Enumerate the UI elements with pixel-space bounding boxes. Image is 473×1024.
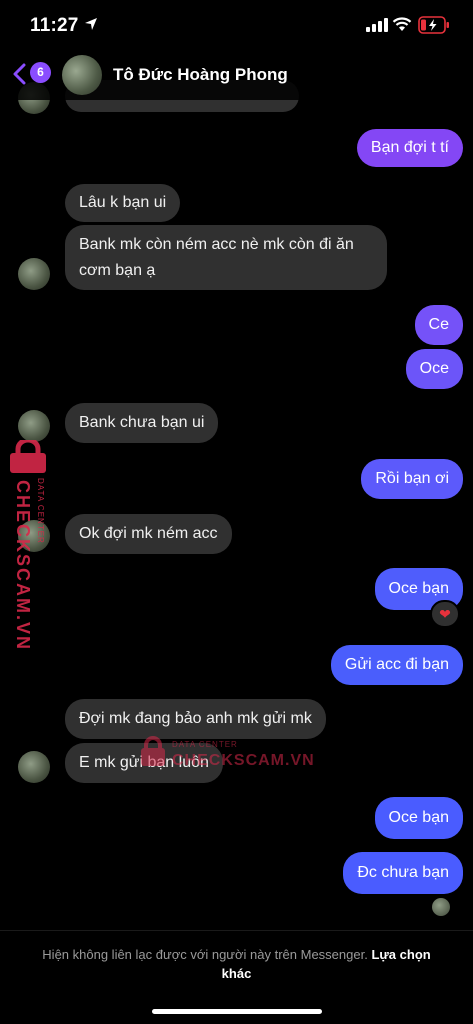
seen-receipt-avatar: [432, 898, 450, 916]
contact-name[interactable]: Tô Đức Hoàng Phong: [113, 65, 288, 85]
watermark-brand: CHECKSCAM.VN: [13, 480, 33, 652]
lock-icon: [10, 440, 46, 473]
message-bubble-outgoing[interactable]: Bạn đợi t tí: [356, 129, 463, 167]
watermark-side: CHECKSCAM.VN DATA CENTER: [4, 440, 52, 651]
lock-icon: [141, 736, 165, 766]
watermark-sub: DATA CENTER: [36, 478, 45, 544]
back-button[interactable]: 6: [12, 60, 54, 90]
composer-unavailable-bar: Hiện không liên lạc được với người này t…: [0, 930, 473, 1024]
watermark-center: DATA CENTER CHECKSCAM.VN: [140, 734, 314, 774]
unavailable-notice-text: Hiện không liên lạc được với người này t…: [42, 947, 368, 962]
message-bubble-outgoing[interactable]: Đc chưa bạn: [343, 852, 463, 894]
message-bubble-incoming[interactable]: Đợi mk đang bảo anh mk gửi mk: [65, 699, 326, 739]
message-bubble-outgoing[interactable]: Oce bạn: [374, 797, 463, 839]
message-bubble-incoming[interactable]: Bank chưa bạn ui: [65, 403, 219, 443]
unread-count-badge: 6: [30, 62, 51, 83]
watermark-sub: DATA CENTER: [172, 740, 238, 749]
message-bubble-incoming[interactable]: Lâu k bạn ui: [65, 184, 181, 222]
contact-avatar[interactable]: [18, 258, 50, 290]
message-bubble-outgoing[interactable]: Rồi bạn ơi: [361, 459, 463, 499]
message-bubble-incoming[interactable]: Ok đợi mk ném acc: [65, 514, 232, 554]
unavailable-notice: Hiện không liên lạc được với người này t…: [30, 945, 443, 983]
message-bubble-outgoing[interactable]: Gửi acc đi bạn: [330, 645, 463, 685]
contact-avatar[interactable]: [18, 751, 50, 783]
reaction-badge[interactable]: ❤: [430, 600, 460, 628]
message-bubble-outgoing[interactable]: Ce: [414, 305, 463, 345]
contact-avatar-header[interactable]: [62, 55, 102, 95]
message-thread[interactable]: Bạn đợi t tí Lâu k bạn ui Bank mk còn né…: [0, 0, 473, 930]
home-indicator[interactable]: [152, 1009, 322, 1014]
chevron-left-icon: [13, 63, 26, 85]
heart-icon: ❤: [439, 605, 451, 622]
watermark-brand: CHECKSCAM.VN: [172, 752, 315, 769]
conversation-header: 6 Tô Đức Hoàng Phong: [0, 52, 473, 100]
message-bubble-incoming[interactable]: Bank mk còn ném acc nè mk còn đi ăn cơm …: [65, 225, 387, 290]
message-bubble-outgoing[interactable]: Oce: [405, 349, 463, 389]
contact-avatar[interactable]: [18, 410, 50, 442]
